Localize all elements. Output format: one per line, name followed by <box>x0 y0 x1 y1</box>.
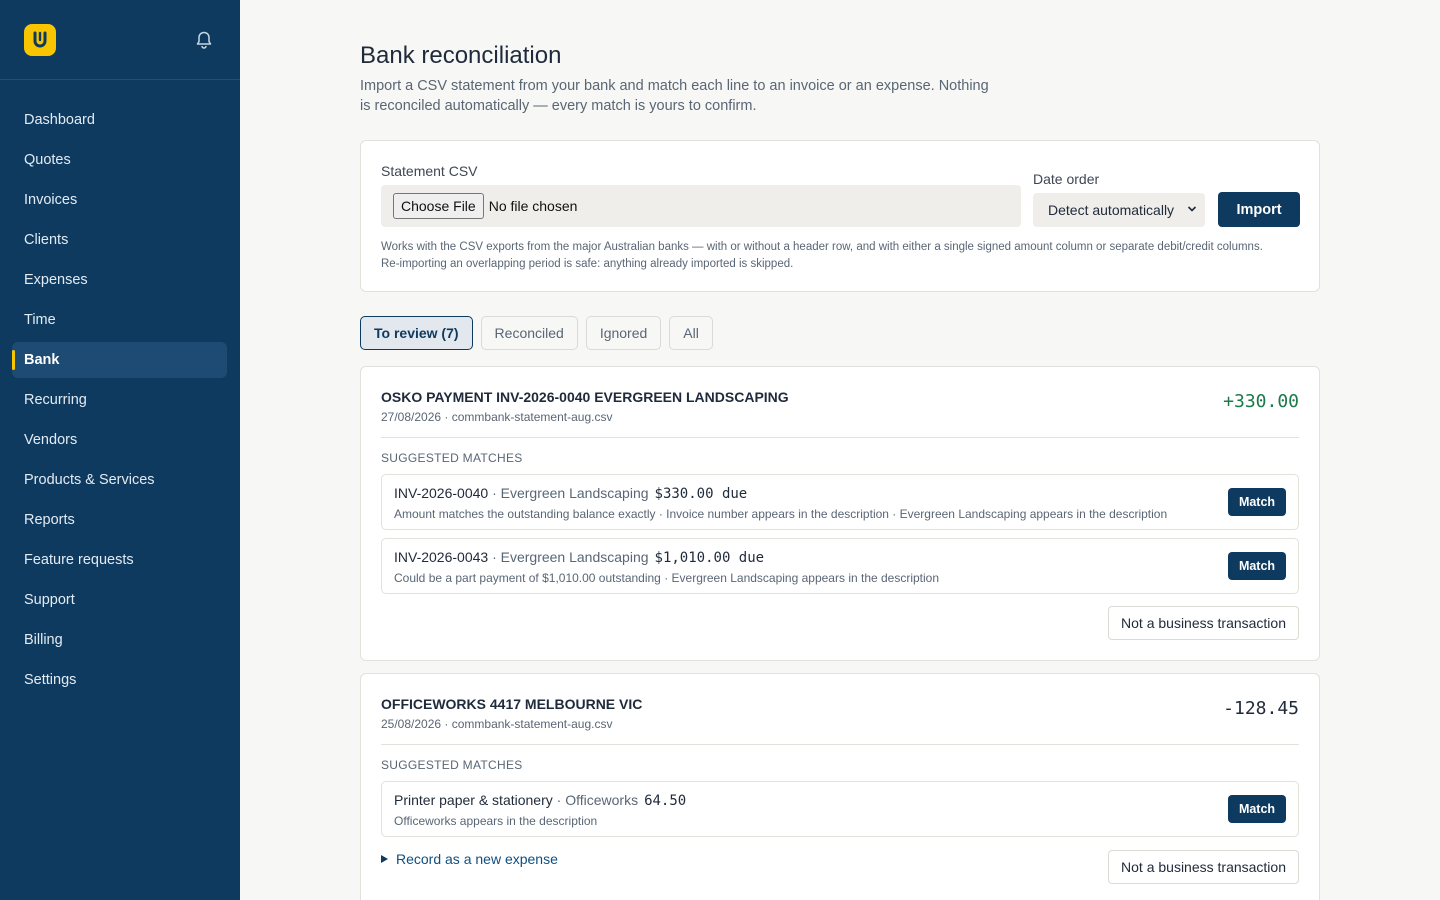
sidebar: Dashboard Quotes Invoices Clients Expens… <box>0 0 240 900</box>
not-business-transaction-button[interactable]: Not a business transaction <box>1108 850 1299 884</box>
date-order-value: Detect automatically <box>1048 202 1175 218</box>
match-party: · Evergreen Landscaping <box>488 549 649 565</box>
transaction-meta: 25/08/2026 · commbank-statement-aug.csv <box>381 717 613 731</box>
match-summary: INV-2026-0043 · Evergreen Landscaping $1,… <box>394 549 764 566</box>
sidebar-item-feature-requests[interactable]: Feature requests <box>12 542 227 578</box>
tab-all[interactable]: All <box>669 316 713 350</box>
match-summary: Printer paper & stationery · Officeworks… <box>394 792 686 809</box>
match-row: INV-2026-0043 · Evergreen Landscaping $1,… <box>381 538 1299 594</box>
match-reason: Amount matches the outstanding balance e… <box>394 507 1168 521</box>
sidebar-item-invoices[interactable]: Invoices <box>12 182 227 218</box>
transaction-description: OFFICEWORKS 4417 MELBOURNE VIC <box>381 696 643 712</box>
tab-to-review[interactable]: To review (7) <box>360 316 473 350</box>
sidebar-item-dashboard[interactable]: Dashboard <box>12 102 227 138</box>
sidebar-item-support[interactable]: Support <box>12 582 227 618</box>
date-order-label: Date order <box>1033 171 1100 187</box>
transaction-meta: 27/08/2026 · commbank-statement-aug.csv <box>381 410 613 424</box>
transaction-description: OSKO PAYMENT INV-2026-0040 EVERGREEN LAN… <box>381 389 789 405</box>
sidebar-item-billing[interactable]: Billing <box>12 622 227 658</box>
match-reason: Could be a part payment of $1,010.00 out… <box>394 571 940 585</box>
tab-ignored[interactable]: Ignored <box>585 316 662 350</box>
sidebar-item-expenses[interactable]: Expenses <box>12 262 227 298</box>
match-button[interactable]: Match <box>1228 795 1286 823</box>
file-status: No file chosen <box>488 198 578 214</box>
sidebar-item-clients[interactable]: Clients <box>12 222 227 258</box>
filter-tabs: To review (7) Reconciled Ignored All <box>360 316 721 350</box>
sidebar-item-vendors[interactable]: Vendors <box>12 422 227 458</box>
match-row: INV-2026-0040 · Evergreen Landscaping $33… <box>381 474 1299 530</box>
match-party: · Evergreen Landscaping <box>488 485 649 501</box>
match-reason: Officeworks appears in the description <box>394 814 598 828</box>
disclosure-triangle-icon <box>381 855 388 863</box>
page-subtitle: Import a CSV statement from your bank an… <box>360 78 989 114</box>
sidebar-nav: Dashboard Quotes Invoices Clients Expens… <box>0 102 240 702</box>
match-reference[interactable]: INV-2026-0043 <box>394 549 488 565</box>
transaction-amount: -128.45 <box>1223 698 1299 719</box>
divider <box>381 437 1299 438</box>
match-amount: 64.50 <box>644 793 687 809</box>
match-button[interactable]: Match <box>1228 488 1286 516</box>
statement-csv-input[interactable]: Choose File No file chosen <box>381 185 1021 227</box>
match-party: · Officeworks <box>552 792 639 808</box>
not-business-transaction-button[interactable]: Not a business transaction <box>1108 606 1299 640</box>
record-new-expense-toggle[interactable]: Record as a new expense <box>381 851 558 867</box>
import-hint: Works with the CSV exports from the majo… <box>381 241 1263 270</box>
app-logo[interactable] <box>24 24 56 56</box>
sidebar-item-products-services[interactable]: Products & Services <box>12 462 227 498</box>
chevron-down-icon <box>1187 206 1197 212</box>
notifications-bell-icon[interactable] <box>194 30 214 50</box>
logo-u-icon <box>33 31 47 48</box>
tab-reconciled[interactable]: Reconciled <box>480 316 578 350</box>
match-reference[interactable]: Printer paper & stationery <box>394 792 553 808</box>
match-summary: INV-2026-0040 · Evergreen Landscaping $33… <box>394 485 747 502</box>
divider <box>381 744 1299 745</box>
sidebar-item-settings[interactable]: Settings <box>12 662 227 698</box>
sidebar-item-time[interactable]: Time <box>12 302 227 338</box>
sidebar-item-reports[interactable]: Reports <box>12 502 227 538</box>
sidebar-item-bank[interactable]: Bank <box>12 342 227 378</box>
match-reference[interactable]: INV-2026-0040 <box>394 485 488 501</box>
suggested-matches-label: SUGGESTED MATCHES <box>381 451 523 465</box>
match-row: Printer paper & stationery · Officeworks… <box>381 781 1299 837</box>
sidebar-header <box>0 0 240 80</box>
transaction-card: OFFICEWORKS 4417 MELBOURNE VIC 25/08/202… <box>360 673 1320 900</box>
transaction-card: OSKO PAYMENT INV-2026-0040 EVERGREEN LAN… <box>360 366 1320 661</box>
import-card: Statement CSV Choose File No file chosen… <box>360 140 1320 292</box>
suggested-matches-label: SUGGESTED MATCHES <box>381 758 523 772</box>
sidebar-item-quotes[interactable]: Quotes <box>12 142 227 178</box>
import-button[interactable]: Import <box>1218 192 1300 227</box>
match-button[interactable]: Match <box>1228 552 1286 580</box>
date-order-select[interactable]: Detect automatically <box>1033 193 1205 227</box>
transaction-amount: +330.00 <box>1223 391 1299 412</box>
match-amount: $1,010.00 due <box>654 550 765 566</box>
choose-file-button[interactable]: Choose File <box>393 193 484 219</box>
record-new-expense-label: Record as a new expense <box>396 851 558 867</box>
page-title: Bank reconciliation <box>360 42 562 69</box>
sidebar-item-recurring[interactable]: Recurring <box>12 382 227 418</box>
match-amount: $330.00 due <box>654 486 748 502</box>
statement-csv-label: Statement CSV <box>381 163 478 179</box>
